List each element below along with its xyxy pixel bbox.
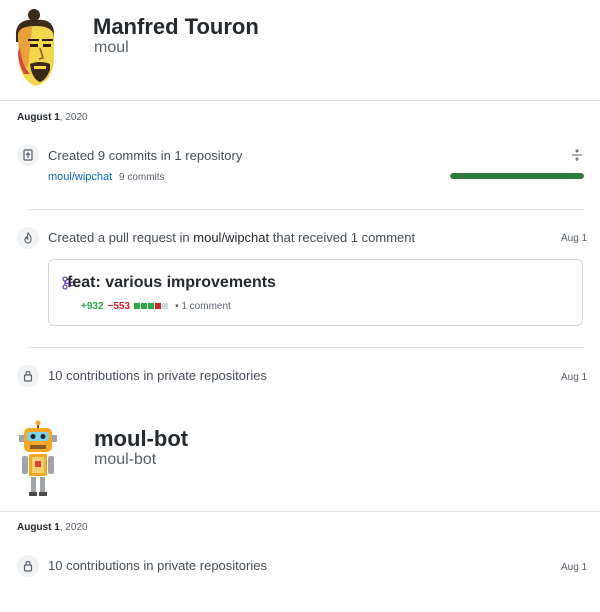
pull-request-title[interactable]: feat: various improvements: [67, 274, 276, 292]
lock-icon: [17, 555, 39, 577]
divider: [28, 347, 584, 348]
flame-icon: [17, 227, 39, 249]
private-contributions: 10 contributions in private repositories: [48, 368, 267, 383]
commit-count[interactable]: 9 commits: [119, 172, 165, 183]
diffstat: +932 −553 • 1 comment: [81, 301, 231, 312]
additions: +932: [81, 301, 104, 312]
commits-progress-fill: [450, 173, 584, 179]
user-login[interactable]: moul-bot: [94, 451, 156, 469]
event-date: Aug 1: [561, 233, 588, 244]
pull-request-summary: Created a pull request in moul/wipchat t…: [48, 230, 416, 245]
commits-progress-bar: [450, 173, 584, 179]
divider: [0, 100, 600, 101]
repo-push-icon: [17, 144, 39, 166]
deletions: −553: [107, 301, 131, 312]
avatar-moul-bot: [16, 420, 60, 498]
private-contributions: 10 contributions in private repositories: [48, 558, 267, 573]
timeline-date: August 1, 2020: [17, 522, 88, 533]
repo-link[interactable]: moul/wipchat: [193, 230, 269, 245]
lock-icon: [17, 365, 39, 387]
avatar-manfred: [10, 8, 62, 90]
pull-request-card: feat: various improvements +932 −553 • 1…: [48, 259, 583, 326]
fold-icon[interactable]: [570, 148, 584, 162]
event-date: Aug 1: [561, 372, 588, 383]
repo-link[interactable]: moul/wipchat: [48, 171, 112, 183]
divider: [0, 511, 600, 512]
commits-summary[interactable]: Created 9 commits in 1 repository: [48, 148, 242, 163]
user-login[interactable]: moul: [94, 39, 129, 57]
diffstat-blocks: [134, 301, 169, 312]
user-display-name[interactable]: moul-bot: [94, 426, 188, 452]
event-date: Aug 1: [561, 562, 588, 573]
timeline-date: August 1, 2020: [17, 112, 88, 123]
user-display-name[interactable]: Manfred Touron: [93, 14, 259, 40]
comment-count[interactable]: • 1 comment: [175, 301, 231, 312]
divider: [28, 209, 584, 210]
